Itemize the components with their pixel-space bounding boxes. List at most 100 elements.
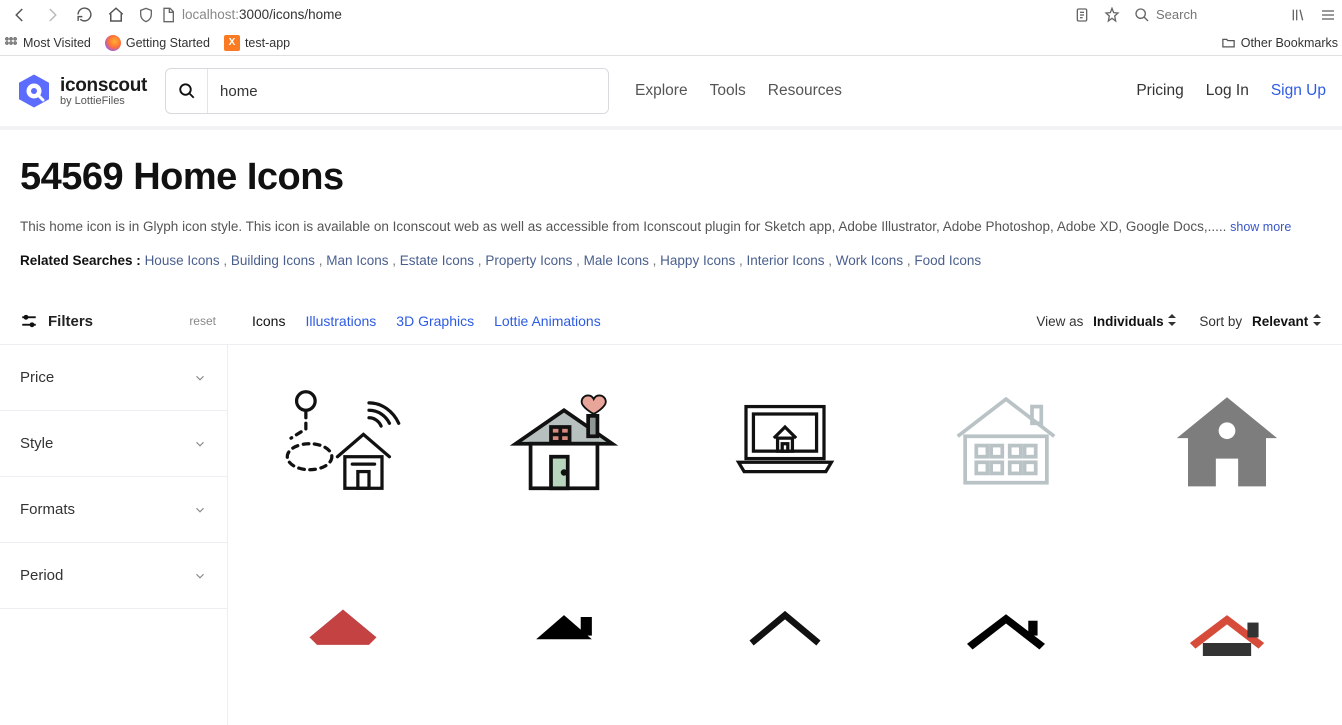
- icon-grid: [228, 345, 1342, 725]
- tab-3d[interactable]: 3D Graphics: [396, 313, 474, 329]
- shield-icon: [138, 7, 154, 23]
- search-input[interactable]: [208, 69, 608, 113]
- related-link[interactable]: Male Icons: [584, 253, 649, 268]
- nav-explore[interactable]: Explore: [635, 82, 688, 100]
- reader-icon[interactable]: [1074, 7, 1090, 23]
- icon-card[interactable]: [1137, 565, 1318, 695]
- related-link[interactable]: House Icons: [145, 253, 220, 268]
- icon-card[interactable]: [252, 565, 433, 695]
- sort-caret-icon: [1312, 314, 1322, 326]
- filters-toggle[interactable]: Filters: [20, 312, 93, 330]
- smart-home-person-icon: [278, 380, 408, 500]
- logo[interactable]: iconscout by LottieFiles: [16, 73, 147, 109]
- related-label: Related Searches :: [20, 253, 145, 268]
- bookmark-label: test-app: [245, 36, 290, 50]
- site-nav: Explore Tools Resources: [635, 82, 842, 100]
- firefox-icon: [105, 35, 121, 51]
- forward-button[interactable]: [38, 3, 66, 27]
- view-as-select[interactable]: View as Individuals: [1036, 314, 1177, 329]
- bookmark-label: Most Visited: [23, 36, 91, 50]
- icon-card[interactable]: [694, 375, 875, 505]
- desc-text: This home icon is in Glyph icon style. T…: [20, 219, 1230, 234]
- page-title: 54569 Home Icons: [20, 156, 1322, 199]
- related-link[interactable]: Interior Icons: [746, 253, 824, 268]
- icon-card[interactable]: [694, 565, 875, 695]
- related-link[interactable]: Happy Icons: [660, 253, 735, 268]
- browser-search-input[interactable]: [1156, 7, 1276, 22]
- site-header: iconscout by LottieFiles Explore Tools R…: [0, 56, 1342, 130]
- tab-icons[interactable]: Icons: [252, 313, 285, 329]
- chevron-down-icon: [193, 437, 207, 451]
- browser-toolbar: localhost:3000/icons/home: [0, 0, 1342, 30]
- related-link[interactable]: Man Icons: [326, 253, 388, 268]
- chevron-down-icon: [193, 371, 207, 385]
- icon-card[interactable]: [1137, 375, 1318, 505]
- nav-resources[interactable]: Resources: [768, 82, 842, 100]
- home-button[interactable]: [102, 3, 130, 27]
- related-link[interactable]: Work Icons: [836, 253, 903, 268]
- site-search: [165, 68, 609, 114]
- filter-formats[interactable]: Formats: [0, 477, 227, 543]
- other-bookmarks[interactable]: Other Bookmarks: [1221, 35, 1338, 50]
- icon-card[interactable]: [916, 565, 1097, 695]
- login-link[interactable]: Log In: [1206, 82, 1249, 100]
- house-black-chimney-icon: [499, 570, 629, 690]
- view-as-value: Individuals: [1093, 314, 1164, 329]
- filter-period[interactable]: Period: [0, 543, 227, 609]
- filter-label: Style: [20, 435, 53, 452]
- sort-by-select[interactable]: Sort by Relevant: [1199, 314, 1322, 329]
- related-searches: Related Searches : House Icons , Buildin…: [20, 253, 1322, 268]
- filter-label: Period: [20, 567, 63, 584]
- house-heart-icon: [499, 380, 629, 500]
- view-as-label: View as: [1036, 314, 1083, 329]
- asset-tabs: Icons Illustrations 3D Graphics Lottie A…: [252, 313, 601, 329]
- back-button[interactable]: [6, 3, 34, 27]
- related-link[interactable]: Estate Icons: [400, 253, 474, 268]
- bookmark-getting-started[interactable]: Getting Started: [105, 35, 210, 51]
- bookmark-test-app[interactable]: X test-app: [224, 35, 290, 51]
- filter-price[interactable]: Price: [0, 345, 227, 411]
- tab-lottie[interactable]: Lottie Animations: [494, 313, 601, 329]
- menu-icon[interactable]: [1320, 7, 1336, 23]
- reset-link[interactable]: reset: [189, 314, 216, 328]
- show-more-link[interactable]: show more: [1230, 220, 1291, 234]
- filter-label: Price: [20, 369, 54, 386]
- related-link[interactable]: Property Icons: [485, 253, 572, 268]
- url-bar[interactable]: localhost:3000/icons/home: [138, 7, 342, 23]
- signup-link[interactable]: Sign Up: [1271, 82, 1326, 100]
- bookmark-star-icon[interactable]: [1104, 7, 1120, 23]
- laptop-home-icon: [720, 380, 850, 500]
- house-black-sharp-icon: [941, 570, 1071, 690]
- tab-illustrations[interactable]: Illustrations: [305, 313, 376, 329]
- filter-label: Formats: [20, 501, 75, 518]
- filter-style[interactable]: Style: [0, 411, 227, 477]
- pricing-link[interactable]: Pricing: [1136, 82, 1183, 100]
- brand-name: iconscout: [60, 75, 147, 97]
- nav-tools[interactable]: Tools: [710, 82, 746, 100]
- chevron-down-icon: [193, 569, 207, 583]
- bookmark-label: Other Bookmarks: [1241, 36, 1338, 50]
- icon-card[interactable]: [473, 375, 654, 505]
- sort-by-value: Relevant: [1252, 314, 1308, 329]
- filter-sidebar: Price Style Formats Period: [0, 345, 228, 725]
- icon-card[interactable]: [916, 375, 1097, 505]
- bookmarks-bar: Most Visited Getting Started X test-app …: [0, 30, 1342, 56]
- search-icon: [1134, 7, 1150, 23]
- url-text: localhost:3000/icons/home: [182, 7, 342, 22]
- search-submit[interactable]: [166, 69, 208, 113]
- reload-button[interactable]: [70, 3, 98, 27]
- main-split: Price Style Formats Period: [0, 344, 1342, 725]
- xampp-icon: X: [224, 35, 240, 51]
- icon-card[interactable]: [473, 565, 654, 695]
- browser-search[interactable]: [1134, 7, 1276, 23]
- related-link[interactable]: Food Icons: [914, 253, 981, 268]
- filters-label-text: Filters: [48, 313, 93, 330]
- page-icon: [160, 7, 176, 23]
- bookmark-most-visited[interactable]: Most Visited: [4, 36, 91, 50]
- icon-card[interactable]: [252, 375, 433, 505]
- library-icon[interactable]: [1290, 7, 1306, 23]
- chevron-down-icon: [193, 503, 207, 517]
- related-link[interactable]: Building Icons: [231, 253, 315, 268]
- logo-icon: [16, 73, 52, 109]
- sort-caret-icon: [1167, 314, 1177, 326]
